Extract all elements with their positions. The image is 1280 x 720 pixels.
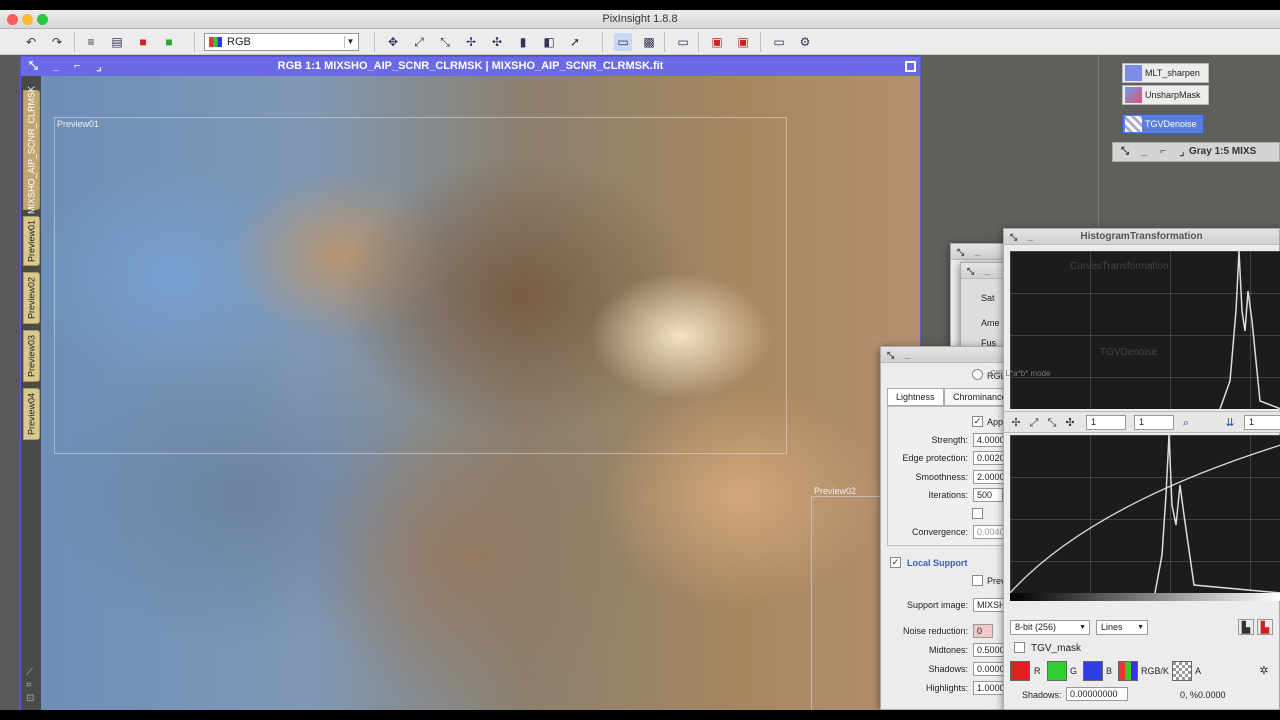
magnifier-icon[interactable]: ⌕ — [1178, 415, 1194, 431]
preview02-label: Preview02 — [814, 486, 857, 496]
input-histogram-curve — [1010, 435, 1280, 593]
image-list-icon[interactable]: ≡ — [82, 33, 100, 51]
zoom-v-spin[interactable]: 1 — [1134, 415, 1174, 430]
output-histogram[interactable]: CurvesTransformation TGVDenoise CIE L*a*… — [990, 251, 1280, 409]
pan-icon[interactable]: ✥ — [384, 33, 402, 51]
maximize-icon[interactable] — [905, 61, 916, 72]
image-combo-value: RGB — [227, 36, 251, 48]
process-icon-mlt-sharpen[interactable]: MLT_sharpen — [1122, 63, 1209, 83]
output-histogram-curve — [1219, 251, 1280, 409]
rgb-mode-radio[interactable] — [972, 369, 983, 380]
auto-convergence-checkbox[interactable] — [972, 508, 983, 519]
process-icon-tgvdenoise[interactable]: TGVDenoise — [1122, 114, 1204, 134]
stf-auto-icon[interactable]: ⚙ — [796, 33, 814, 51]
image-icon[interactable]: ▩ — [640, 33, 658, 51]
histogram-reset-icon[interactable]: ▙ — [1257, 619, 1273, 635]
image-canvas[interactable]: Preview01 Preview02 — [41, 76, 920, 710]
clip-readout: 0, %0.0000 — [1180, 690, 1226, 700]
preview-icon[interactable]: ▭ — [674, 33, 692, 51]
tgvdenoise-content: RGB Lightness Chrominance ✓ App Strength… — [880, 346, 1010, 710]
main-toolbar: ↶ ↷ ≡ ▤ ■ ■ RGB ▼ ✥ ⤢ ⤡ ✢ ✣ ▮ ◧ ➚ ▭ ▩ ▭ … — [0, 29, 1280, 55]
image-window-title: RGB 1:1 MIXSHO_AIP_SCNR_CLRMSK | MIXSHO_… — [277, 60, 664, 72]
histogram-dialog: ⤡ _ HistogramTransformation CurvesTransfo… — [990, 228, 1280, 710]
input-histogram[interactable] — [1010, 435, 1280, 593]
local-support-checkbox[interactable]: ✓ — [890, 557, 901, 568]
window-controls-icon[interactable]: ⤡ _ ⌐ ⌟ — [1121, 143, 1188, 161]
readout-icon[interactable]: ✣ — [488, 33, 506, 51]
title-bar: PixInsight 1.8.8 — [0, 10, 1280, 29]
rgb-image-icon[interactable]: ■ — [160, 33, 178, 51]
pan-icon[interactable]: ✢ — [1008, 415, 1024, 431]
window-controls-icon[interactable]: ⤡ _ ⌐ ⌟ — [29, 57, 107, 76]
zoom-fit-icon[interactable]: ⤢ — [410, 33, 428, 51]
channel-g-button[interactable] — [1047, 661, 1067, 681]
channel-r-button[interactable] — [1010, 661, 1030, 681]
image-window-title-bar[interactable]: ⤡ _ ⌐ ⌟ RGB 1:1 MIXSHO_AIP_SCNR_CLRMSK |… — [21, 57, 920, 76]
zoom-h-spin[interactable]: 1 — [1086, 415, 1126, 430]
channel-alpha-button[interactable] — [1172, 661, 1192, 681]
tab-chrominance[interactable]: Chrominance — [944, 388, 1010, 406]
tab-preview04[interactable]: Preview04 — [23, 388, 40, 440]
redo-icon[interactable]: ↷ — [48, 33, 66, 51]
zoom-in-icon[interactable]: ⤡ — [1044, 415, 1060, 431]
preview-checkbox[interactable] — [972, 575, 983, 586]
preview01-label: Preview01 — [57, 119, 100, 129]
settings-gear-icon[interactable]: ✲ — [1256, 663, 1272, 679]
iterations-field[interactable]: 500 — [973, 488, 1003, 502]
zoom-in-icon[interactable]: ⤡ — [436, 33, 454, 51]
stf-icon[interactable]: ▭ — [770, 33, 788, 51]
mask-enable-icon[interactable]: ▣ — [734, 33, 752, 51]
chevron-down-icon: ▼ — [344, 36, 356, 48]
image-window: ⤡ _ ⌐ ⌟ RGB 1:1 MIXSHO_AIP_SCNR_CLRMSK |… — [20, 56, 921, 710]
tgvdenoise-icon — [1125, 116, 1142, 132]
channel-b-button[interactable] — [1083, 661, 1103, 681]
mlt-icon — [1125, 65, 1142, 81]
histogram-shadows-field[interactable]: 0.00000000 — [1066, 687, 1128, 701]
screen-icon[interactable]: ▭ — [614, 33, 632, 51]
undo-icon[interactable]: ↶ — [22, 33, 40, 51]
tab-preview02[interactable]: Preview02 — [23, 272, 40, 324]
tab-preview03[interactable]: Preview03 — [23, 330, 40, 382]
gray-window-iconified[interactable]: ⤡ _ ⌐ ⌟ Gray 1:5 MIXS — [1112, 142, 1280, 162]
zoom-right-spin[interactable]: 1 — [1244, 415, 1280, 430]
gradient-slider[interactable] — [1010, 593, 1280, 601]
pointer-icon[interactable]: ➚ — [566, 33, 584, 51]
zoom-fit-icon[interactable]: ⤢ — [1026, 415, 1042, 431]
plot-mode-select[interactable]: Lines ▼ — [1096, 620, 1148, 635]
preview01-box[interactable] — [54, 117, 787, 454]
dynamic-icon[interactable]: ◧ — [540, 33, 558, 51]
unsharpmask-icon — [1125, 87, 1142, 103]
color-image-icon[interactable]: ■ — [134, 33, 152, 51]
bit-depth-select[interactable]: 8-bit (256) ▼ — [1010, 620, 1090, 635]
histogram-log-icon[interactable]: ▙ — [1238, 619, 1254, 635]
view-checkbox[interactable] — [1014, 642, 1025, 653]
view-tools-icon[interactable]: ⟋ ⌗ ⊡ — [26, 666, 34, 705]
rgb-swatch-icon — [209, 37, 222, 47]
process-icon-unsharpmask[interactable]: UnsharpMask — [1122, 85, 1209, 105]
image-combo[interactable]: RGB ▼ — [204, 33, 359, 51]
tab-preview01[interactable]: Preview01 — [23, 216, 40, 266]
apply-checkbox[interactable]: ✓ — [972, 416, 983, 427]
histogram-toolbar: ✢ ⤢ ⤡ ✣ 1 1 ⌕ ⇊ 1 — [1004, 411, 1280, 433]
new-image-icon[interactable]: ▤ — [108, 33, 126, 51]
channel-rgbk-button[interactable] — [1118, 661, 1138, 681]
dialog-controls-icon[interactable]: ⤡ _ — [1010, 229, 1037, 245]
expand-down-icon[interactable]: ⇊ — [1222, 415, 1238, 431]
app-title: PixInsight 1.8.8 — [602, 13, 678, 25]
noise-reduction-field[interactable]: 0 — [973, 624, 993, 638]
tab-lightness[interactable]: Lightness — [887, 388, 944, 406]
zoom-out-icon[interactable]: ✢ — [462, 33, 480, 51]
edit-icon[interactable]: ▮ — [514, 33, 532, 51]
mask-show-icon[interactable]: ▣ — [708, 33, 726, 51]
tab-main-view[interactable]: MIXSHO_AIP_SCNR_CLRMSK — [23, 86, 40, 214]
readout-icon[interactable]: ✣ — [1062, 415, 1078, 431]
bottom-edge — [0, 710, 1280, 720]
image-tabs: MIXSHO_AIP_SCNR_CLRMSK Preview01 Preview… — [21, 76, 41, 710]
